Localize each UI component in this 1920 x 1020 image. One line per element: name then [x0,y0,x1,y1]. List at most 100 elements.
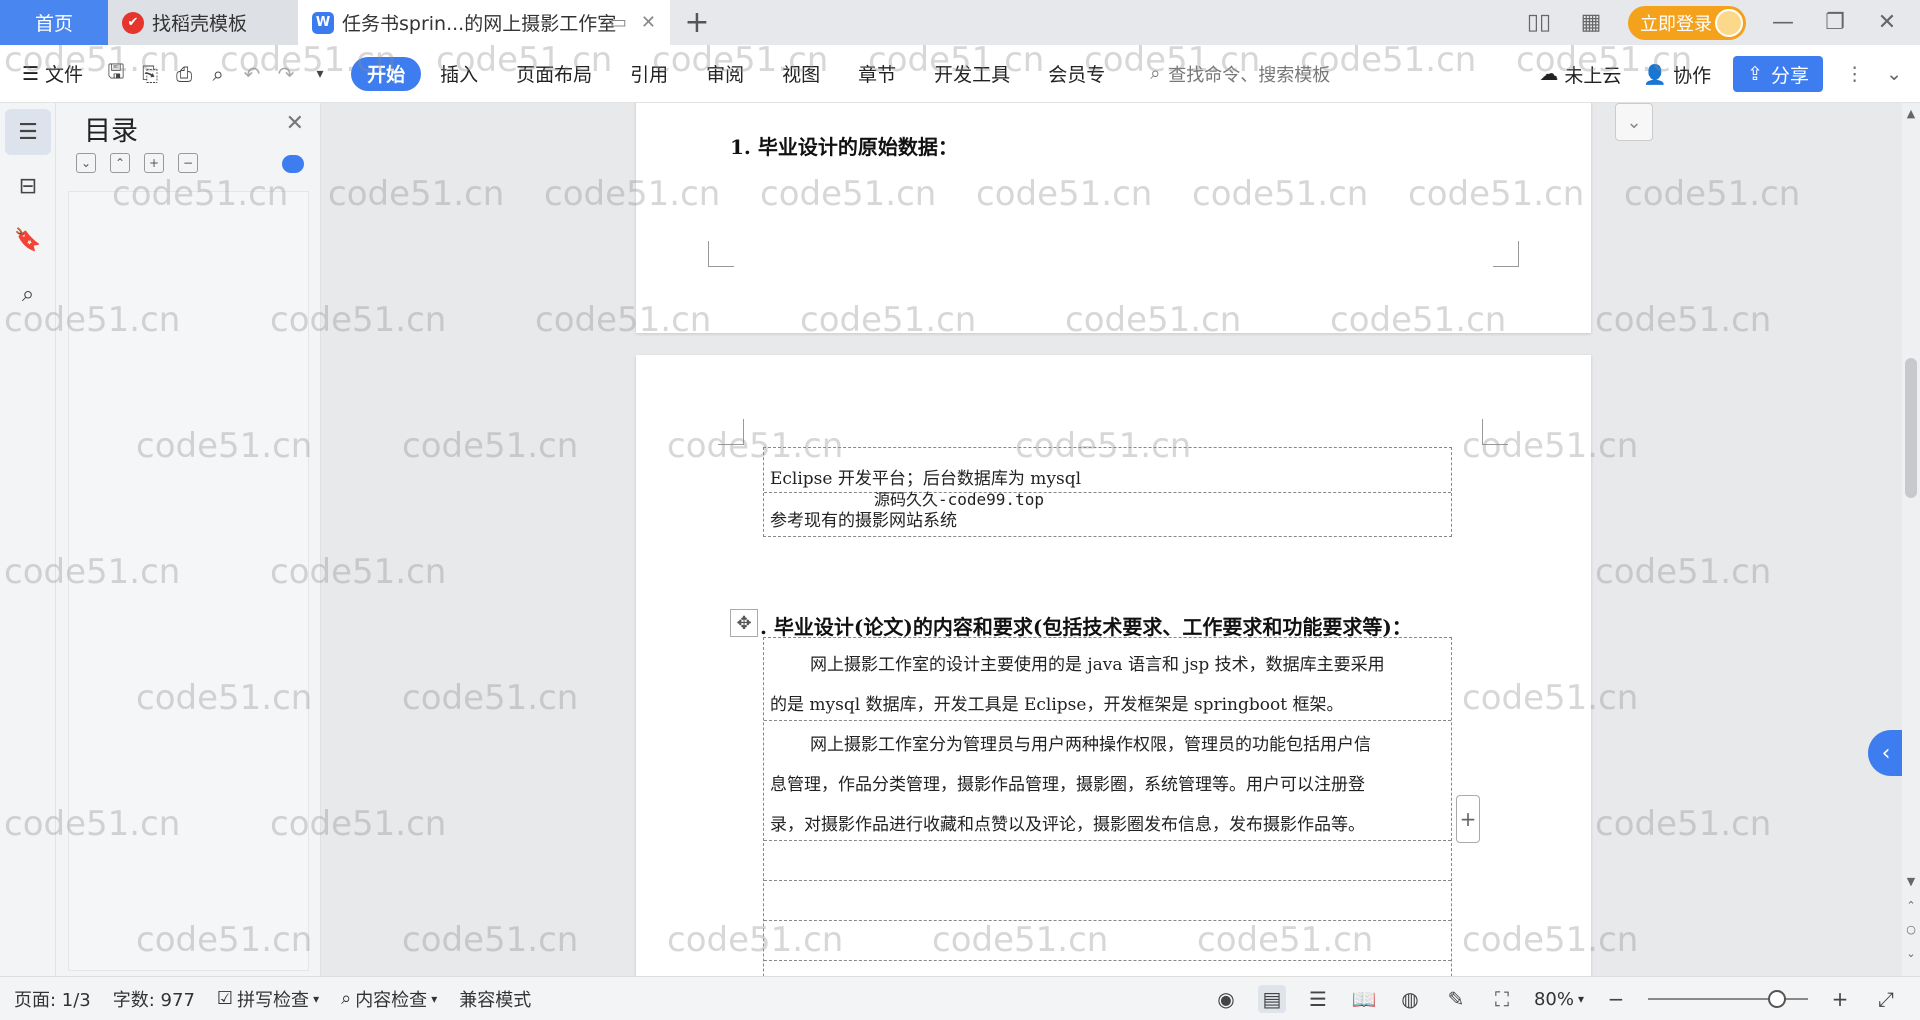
undo-icon[interactable]: ↶ [235,57,269,91]
table-row-divider [764,960,1451,961]
paragraph-line: 网上摄影工作室的设计主要使用的是 java 语言和 jsp 技术，数据库主要采用 [810,655,1385,675]
tab-member[interactable]: 会员专 [1029,57,1124,91]
add-column-icon[interactable]: + [1456,795,1480,843]
user-plus-icon: 👤 [1643,63,1668,86]
tab-references[interactable]: 引用 [611,57,687,91]
cloud-status[interactable]: ☁ 未上云 [1539,61,1621,88]
window-controls: ▯▯ ▦ 立即登录 — ❐ ✕ [1524,0,1920,45]
select-browse-icon[interactable]: ○ [1904,923,1918,936]
page-2[interactable]: Eclipse 开发平台；后台数据库为 mysql 源码久久-code99.to… [636,355,1591,976]
close-tab-icon[interactable]: ✕ [641,12,656,33]
print-icon[interactable]: ⎙ [167,57,201,91]
toc-icon[interactable]: ☰ [5,109,51,155]
scroll-up-icon[interactable]: ▲ [1904,107,1918,120]
tab-view[interactable]: 视图 [763,57,839,91]
plus-icon: + [684,5,710,40]
share-icon: ⇪ [1747,63,1764,85]
tab-insert[interactable]: 插入 [421,57,497,91]
tab-templates[interactable]: ✔ 找稻壳模板 [108,0,298,45]
heading-original-data: 1. 毕业设计的原始数据： [730,135,958,159]
more-icon[interactable]: ⋮ [1845,63,1864,85]
search-icon: ⌕ [1150,63,1161,84]
toc-title: 目录 [84,116,138,147]
zoom-dropdown[interactable]: 80% ▾ [1534,989,1584,1010]
scroll-thumb[interactable] [1905,358,1917,498]
login-button[interactable]: 立即登录 [1628,5,1746,40]
paragraph-line: 录，对摄影作品进行收藏和点赞以及评论，摄影圈发布信息，发布摄影作品等。 [770,815,1365,835]
prev-page-icon[interactable]: ⌃ [1904,899,1918,912]
content-check-icon: ⌕ [341,988,352,1009]
content-check-button[interactable]: ⌕ 内容检查 ▾ [341,986,437,1012]
file-menu[interactable]: ☰ 文件 [22,60,83,87]
vertical-scrollbar[interactable]: ▲ ▼ ⌃ ○ ⌄ [1902,103,1920,976]
content-table[interactable]: 网上摄影工作室的设计主要使用的是 java 语言和 jsp 技术，数据库主要采用… [763,637,1452,976]
close-icon[interactable]: ✕ [286,111,304,136]
tab-developer[interactable]: 开发工具 [915,57,1029,91]
side-panel-toggle-icon[interactable]: ‹ [1868,730,1904,776]
filter-float-icon[interactable]: ⌄ [1615,103,1653,141]
collapse-ribbon-icon[interactable]: ⌄ [1886,63,1902,85]
tab-chapter[interactable]: 章节 [839,57,915,91]
share-label: 分享 [1771,64,1810,87]
collapse-icon[interactable]: ⌃ [110,153,130,173]
reading-view-icon[interactable]: 📖 [1350,985,1378,1013]
tab-home[interactable]: 首页 [0,0,108,45]
add-level-icon[interactable]: + [144,153,164,173]
left-rail: ☰ ⊟ 🔖 ⌕ [0,103,56,976]
tab-review[interactable]: 审阅 [687,57,763,91]
word-count[interactable]: 字数: 977 [113,986,195,1012]
data-table[interactable]: Eclipse 开发平台；后台数据库为 mysql 源码久久-code99.to… [763,447,1452,537]
close-window-icon[interactable]: ✕ [1872,8,1902,38]
navigation-icon[interactable]: ⊟ [5,163,51,209]
spell-check-button[interactable]: ☑ 拼写检查 ▾ [217,986,319,1012]
checkbox-icon: ☑ [216,988,234,1009]
document-area[interactable]: 1. 毕业设计的原始数据： Eclipse 开发平台；后台数据库为 mysql … [321,103,1920,976]
apps-grid-icon[interactable]: ▦ [1576,8,1606,38]
bookmark-icon[interactable]: 🔖 [5,217,51,263]
web-view-icon[interactable]: ◍ [1396,985,1424,1013]
zoom-slider-knob[interactable] [1768,990,1786,1008]
restore-icon[interactable]: ❐ [1820,8,1850,38]
zoom-slider[interactable] [1648,990,1808,1008]
page-1[interactable]: 1. 毕业设计的原始数据： [636,103,1591,333]
hamburger-icon: ☰ [22,62,40,85]
expand-icon[interactable]: ⌄ [76,153,96,173]
paragraph-line: 网上摄影工作室分为管理员与用户两种操作权限，管理员的功能包括用户信 [810,735,1371,755]
save-icon[interactable]: 🖫 [99,57,133,91]
zoom-in-icon[interactable]: + [1826,985,1854,1013]
reading-layout-icon[interactable]: ▯▯ [1524,8,1554,38]
tab-page-layout[interactable]: 页面布局 [497,57,611,91]
redo-icon[interactable]: ↷ [269,57,303,91]
find-icon[interactable]: ⌕ [5,271,51,317]
toc-list[interactable] [68,191,309,971]
fullscreen-icon[interactable]: ⤢ [1872,985,1900,1013]
eye-protect-icon[interactable]: ◉ [1212,985,1240,1013]
zoom-out-icon[interactable]: − [1602,985,1630,1013]
print-preview-icon[interactable]: ⌕ [201,57,235,91]
chevron-down-icon[interactable]: ▾ [303,57,337,91]
collab-button[interactable]: 👤 协作 [1643,61,1711,88]
fit-page-icon[interactable]: ⛶ [1488,985,1516,1013]
tab-document[interactable]: W 任务书sprin...的网上摄影工作室 ▭ ✕ [298,0,670,45]
smart-toc-icon[interactable] [282,155,304,173]
outline-view-icon[interactable]: ☰ [1304,985,1332,1013]
new-tab-button[interactable]: + [670,0,724,45]
minimize-icon[interactable]: — [1768,8,1798,38]
scroll-down-icon[interactable]: ▼ [1904,875,1918,888]
tab-templates-label: 找稻壳模板 [152,13,248,35]
tab-document-label: 任务书sprin...的网上摄影工作室 [342,13,617,35]
table-move-icon[interactable]: ✥ [730,609,758,637]
page-view-icon[interactable]: ▤ [1257,985,1286,1013]
command-search[interactable]: ⌕ 查找命令、搜索模板 [1150,61,1330,87]
write-view-icon[interactable]: ✎ [1442,985,1470,1013]
page-indicator[interactable]: 页面: 1/3 [14,986,91,1012]
cloud-label: 未上云 [1564,64,1622,87]
table-row-divider [764,880,1451,881]
monitor-icon[interactable]: ▭ [610,12,627,33]
table-row-divider [764,840,1451,841]
share-button[interactable]: ⇪ 分享 [1733,56,1824,92]
export-icon[interactable]: ⎘ [133,57,167,91]
remove-level-icon[interactable]: − [178,153,198,173]
tab-start[interactable]: 开始 [351,56,422,91]
next-page-icon[interactable]: ⌄ [1904,947,1918,960]
